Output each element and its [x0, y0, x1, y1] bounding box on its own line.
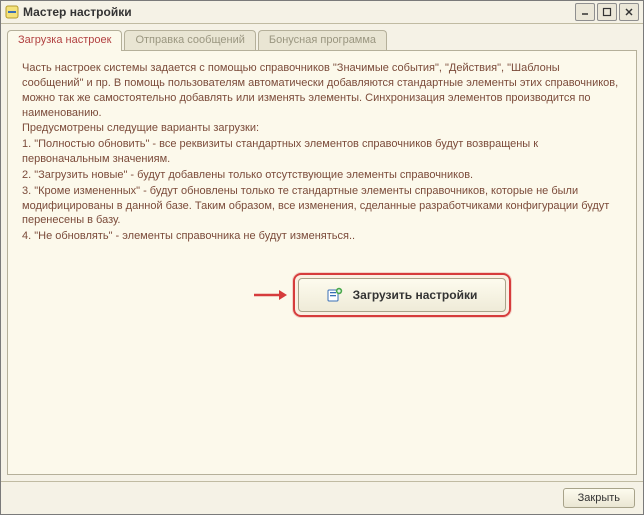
- close-button-label: Закрыть: [578, 492, 620, 504]
- window-close-button[interactable]: [619, 3, 639, 21]
- tab-send-messages[interactable]: Отправка сообщений: [124, 30, 255, 50]
- tabpanel-load-settings: Часть настроек системы задается с помощь…: [7, 50, 637, 475]
- window-controls: [575, 3, 639, 21]
- info-list-item: 4. "Не обновлять" - элементы справочника…: [22, 229, 622, 244]
- load-icon: [327, 287, 343, 303]
- tabstrip: Загрузка настроек Отправка сообщений Бон…: [7, 30, 637, 50]
- info-paragraph: Часть настроек системы задается с помощь…: [22, 61, 622, 120]
- setup-wizard-window: Мастер настройки Загрузка настроек Отпра…: [0, 0, 644, 515]
- info-paragraph: Предусмотрены следущие варианты загрузки…: [22, 121, 622, 136]
- titlebar: Мастер настройки: [1, 1, 643, 24]
- tab-label: Бонусная программа: [269, 34, 376, 46]
- info-text: Часть настроек системы задается с помощь…: [22, 61, 622, 245]
- close-button[interactable]: Закрыть: [563, 488, 635, 508]
- arrow-right-icon: [253, 288, 287, 302]
- minimize-button[interactable]: [575, 3, 595, 21]
- info-list-item: 3. "Кроме измененных" - будут обновлены …: [22, 184, 622, 229]
- load-button-highlight: Загрузить настройки: [293, 273, 512, 317]
- tab-label: Отправка сообщений: [135, 34, 244, 46]
- load-button-label: Загрузить настройки: [353, 288, 478, 302]
- client-area: Загрузка настроек Отправка сообщений Бон…: [1, 24, 643, 481]
- tab-load-settings[interactable]: Загрузка настроек: [7, 30, 122, 51]
- tab-label: Загрузка настроек: [18, 34, 111, 46]
- tab-bonus-program[interactable]: Бонусная программа: [258, 30, 387, 50]
- info-list-item: 2. "Загрузить новые" - будут добавлены т…: [22, 168, 622, 183]
- maximize-button[interactable]: [597, 3, 617, 21]
- window-title: Мастер настройки: [23, 5, 575, 19]
- load-settings-button[interactable]: Загрузить настройки: [298, 278, 507, 312]
- load-button-area: Загрузить настройки: [142, 273, 622, 317]
- app-icon: [5, 5, 19, 19]
- info-list-item: 1. "Полностью обновить" - все реквизиты …: [22, 137, 622, 167]
- footer: Закрыть: [1, 481, 643, 514]
